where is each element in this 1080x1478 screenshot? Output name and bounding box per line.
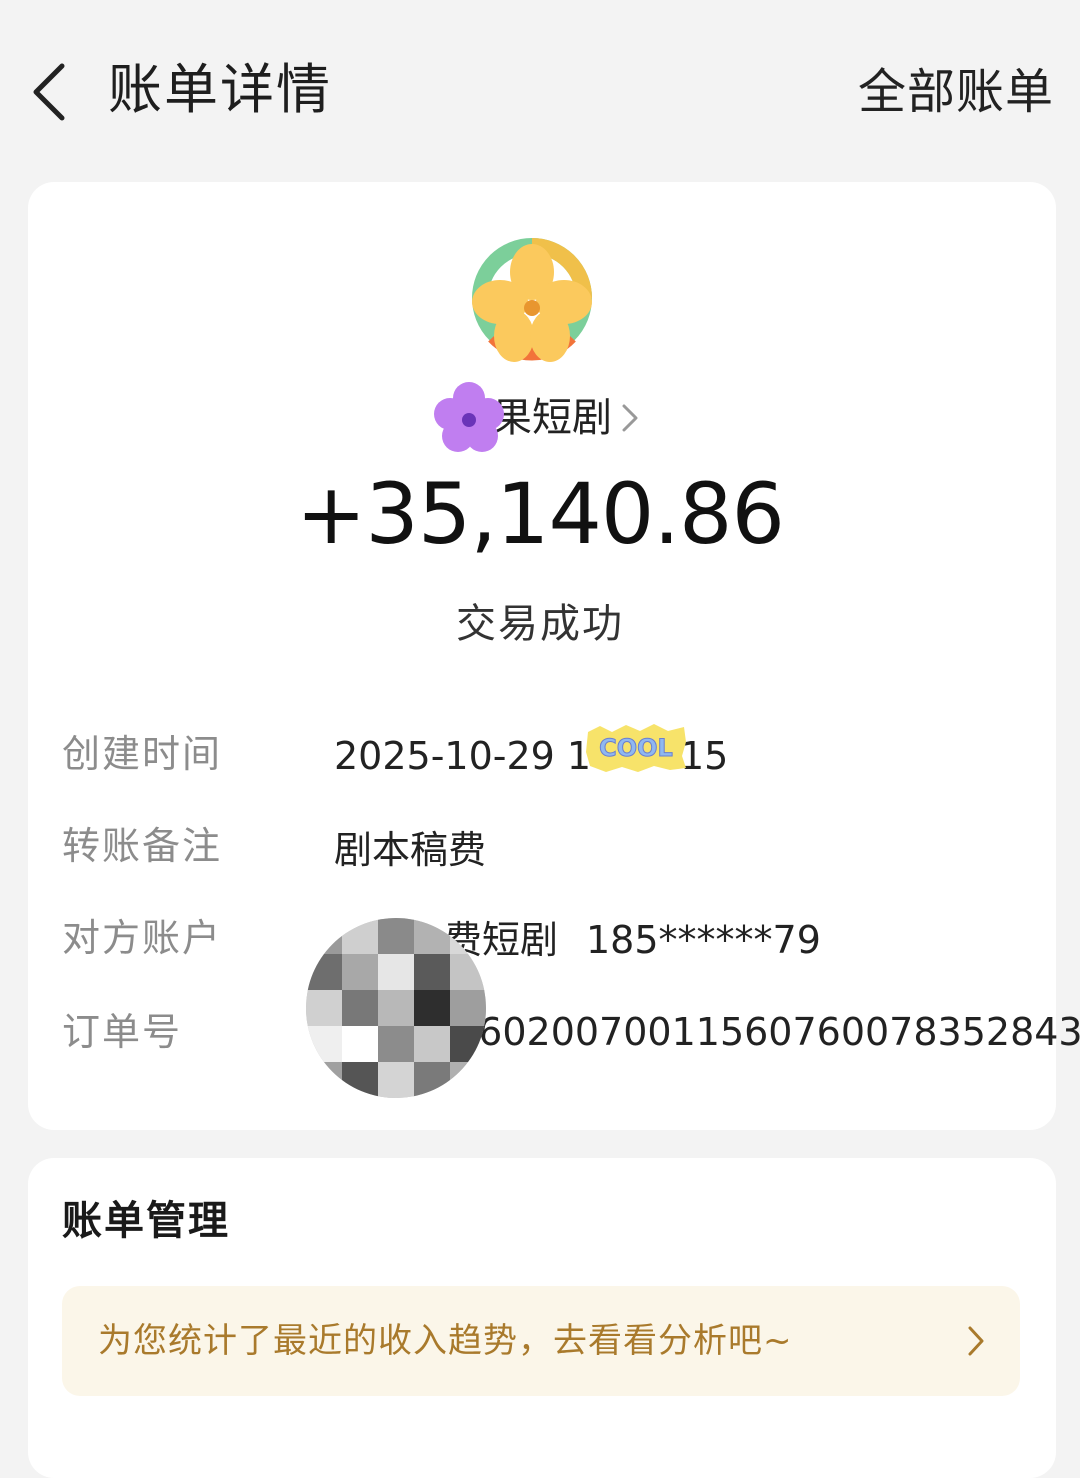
flower-ring-logo-icon (472, 238, 592, 362)
chevron-right-icon (966, 1324, 986, 1358)
back-button[interactable] (28, 60, 76, 124)
remark-value: 剧本稿费 (334, 828, 487, 872)
counterparty-label: 对方账户 (62, 916, 223, 960)
privacy-mosaic (306, 918, 486, 1098)
all-bills-link[interactable]: 全部账单 (858, 64, 1054, 120)
bill-management-title: 账单管理 (62, 1198, 230, 1244)
income-trend-banner[interactable]: 为您统计了最近的收入趋势，去看看分析吧~ (62, 1286, 1020, 1396)
order-number-value[interactable]: 26020070011560760078352843 (454, 1008, 1080, 1056)
remark-label: 转账备注 (62, 824, 223, 868)
counterparty-account: 185******79 (586, 918, 821, 962)
page-title: 账单详情 (108, 58, 332, 121)
chevron-right-icon (618, 398, 642, 438)
transaction-amount: +35,140.86 (296, 465, 785, 563)
purple-flower-sticker (432, 380, 506, 454)
chevron-left-icon (33, 63, 65, 121)
income-trend-text: 为您统计了最近的收入趋势，去看看分析吧~ (98, 1321, 793, 1361)
order-number-label: 订单号 (62, 1010, 183, 1054)
transaction-status: 交易成功 (456, 601, 624, 647)
merchant-name[interactable]: 果短剧 (492, 394, 612, 442)
top-bar: 账单详情 全部账单 (0, 0, 1080, 180)
svg-text:COOL: COOL (599, 734, 673, 762)
merchant-logo (452, 236, 612, 386)
cool-sticker: COOL (582, 722, 690, 774)
created-time-value: 2025-10-29 1 (334, 734, 592, 778)
created-time-label: 创建时间 (62, 732, 223, 776)
